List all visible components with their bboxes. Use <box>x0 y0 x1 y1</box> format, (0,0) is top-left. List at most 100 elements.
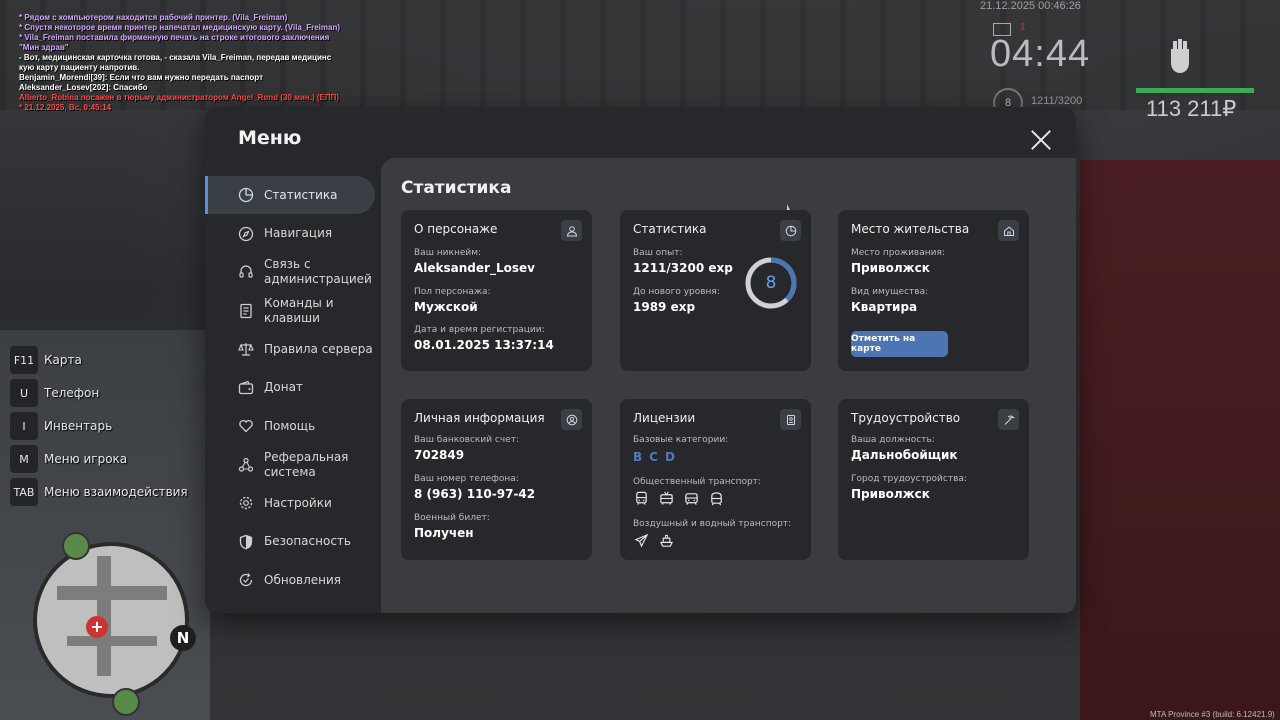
nav-label: Связь с администрацией <box>264 257 372 286</box>
tram-icon <box>683 490 699 506</box>
pie-chart-icon <box>238 187 254 203</box>
compass-icon <box>238 226 254 242</box>
key-badge: U <box>10 379 38 407</box>
scales-icon <box>238 341 254 357</box>
key-badge: TAB <box>10 478 38 506</box>
field-residence: Место проживания: Приволжск <box>851 248 945 275</box>
field-label: Ваш банковский счет: <box>414 435 520 445</box>
network-icon <box>238 457 254 473</box>
chat-log: * Рядом с компьютером находится рабочий … <box>19 13 349 113</box>
field-label: Базовые категории: <box>633 435 729 445</box>
nav-label: Безопасность <box>264 534 351 548</box>
map-road <box>57 586 167 600</box>
minimap[interactable] <box>33 542 189 698</box>
nav-rules[interactable]: Правила сервера <box>205 330 381 368</box>
hotkey-player-menu[interactable]: M Меню игрока <box>10 445 188 473</box>
nav-label: Донат <box>264 380 303 394</box>
field-label: Военный билет: <box>414 513 490 523</box>
chat-line: * Vila_Freiman поставила фирменную печат… <box>19 33 330 42</box>
bus-icon <box>633 490 649 506</box>
nav-settings[interactable]: Настройки <box>205 484 381 522</box>
field-label: Воздушный и водный транспорт: <box>633 519 792 529</box>
car-marker-icon <box>112 688 140 716</box>
menu-sidebar: Статистика Навигация Связь с администрац… <box>205 176 381 600</box>
nav-admin-contact[interactable]: Связь с администрацией <box>205 253 381 291</box>
hotkey-map[interactable]: F11 Карта <box>10 346 188 374</box>
stats-content: Статистика О персонаже Ваш никнейм: Aleks… <box>381 158 1076 613</box>
field-nickname: Ваш никнейм: Aleksander_Losev <box>414 248 535 275</box>
nav-label: Обновления <box>264 572 342 587</box>
nav-help[interactable]: Помощь <box>205 407 381 445</box>
nav-statistics[interactable]: Статистика <box>205 176 375 214</box>
card-title: Личная информация <box>414 411 545 425</box>
license-icon <box>780 409 801 430</box>
category-d: D <box>664 450 679 464</box>
key-badge: I <box>10 412 38 440</box>
field-label: Ваша должность: <box>851 435 935 445</box>
document-icon <box>238 303 254 319</box>
map-road <box>67 636 157 646</box>
field-value: Дальнобойщик <box>851 448 958 462</box>
hud-exp: 1211/3200 <box>1031 95 1083 107</box>
field-label: Город трудоустройства: <box>851 474 967 484</box>
red-container <box>1080 160 1280 720</box>
nav-label: Правила сервера <box>264 341 373 356</box>
chat-line: Aleksander_Losev[202]: Спасибо <box>19 83 148 92</box>
close-button[interactable] <box>1030 129 1052 151</box>
card-residence: Место жительства Место проживания: Привол… <box>838 210 1029 371</box>
train-icon <box>708 490 724 506</box>
field-work-city: Город трудоустройства: Приволжск <box>851 474 967 501</box>
plane-icon <box>633 532 649 548</box>
field-label: Дата и время регистрации: <box>414 325 545 335</box>
hotkey-list: F11 Карта U Телефон I Инвентарь M Меню игрок… <box>10 346 188 511</box>
fist-icon <box>1165 35 1195 75</box>
chat-line: Alberto_Robina посажен в тюрьму админист… <box>19 93 340 102</box>
card-title: Лицензии <box>633 411 696 425</box>
mark-on-map-button[interactable]: Отметить на карте <box>851 331 948 357</box>
hotkey-interaction-menu[interactable]: TAB Меню взаимодействия <box>10 478 188 506</box>
nav-referral[interactable]: Реферальная система <box>205 446 381 484</box>
hotkey-label: Меню игрока <box>44 452 128 466</box>
key-badge: F11 <box>10 346 38 374</box>
field-bank: Ваш банковский счет: 702849 <box>414 435 519 462</box>
shield-icon <box>238 534 254 550</box>
chat-line: Benjamin_Morendi[39]: Если что вам нужно… <box>19 73 263 82</box>
build-info: MTA Province #3 (build: 6.12421.9) <box>1150 710 1275 719</box>
level-progress-ring: 8 <box>744 256 798 310</box>
card-title: Трудоустройство <box>851 411 961 425</box>
key-badge: M <box>10 445 38 473</box>
chat-line: * Рядом с компьютером находится рабочий … <box>19 13 288 22</box>
category-c: C <box>649 450 662 464</box>
nav-commands[interactable]: Команды и клавиши <box>205 292 381 330</box>
nav-label: Реферальная система <box>264 449 349 479</box>
field-label: Общественный транспорт: <box>633 477 761 487</box>
user-circle-icon <box>561 409 582 430</box>
field-value: Приволжск <box>851 261 930 275</box>
hotkey-inventory[interactable]: I Инвентарь <box>10 412 188 440</box>
card-title: Место жительства <box>851 222 970 236</box>
card-character: О персонаже Ваш никнейм: Aleksander_Losev… <box>401 210 592 371</box>
north-indicator: N <box>170 625 196 651</box>
pie-chart-icon <box>780 220 801 241</box>
wallet-icon <box>238 380 254 396</box>
nav-navigation[interactable]: Навигация <box>205 215 381 253</box>
field-value: 8 (963) 110-97-42 <box>414 487 536 501</box>
nav-updates[interactable]: Обновления <box>205 561 381 599</box>
category-b: B <box>633 450 647 464</box>
pickaxe-icon <box>998 409 1019 430</box>
hotkey-phone[interactable]: U Телефон <box>10 379 188 407</box>
nav-security[interactable]: Безопасность <box>205 523 381 561</box>
field-value: Мужской <box>414 300 478 314</box>
menu-title: Меню <box>238 127 302 149</box>
gear-icon <box>238 495 254 511</box>
field-next-level: До нового уровня: 1989 exp <box>633 287 720 314</box>
field-value: 702849 <box>414 448 465 462</box>
hotkey-label: Карта <box>44 353 82 367</box>
field-value: Приволжск <box>851 487 930 501</box>
chat-line: - Вот, медицинская карточка готова, - ск… <box>19 53 332 62</box>
field-base-categories: Базовые категории: <box>633 435 728 445</box>
field-value: Получен <box>414 526 474 540</box>
nav-donate[interactable]: Донат <box>205 369 381 407</box>
heart-hand-icon <box>238 418 254 434</box>
field-public-transport: Общественный транспорт: <box>633 477 761 487</box>
